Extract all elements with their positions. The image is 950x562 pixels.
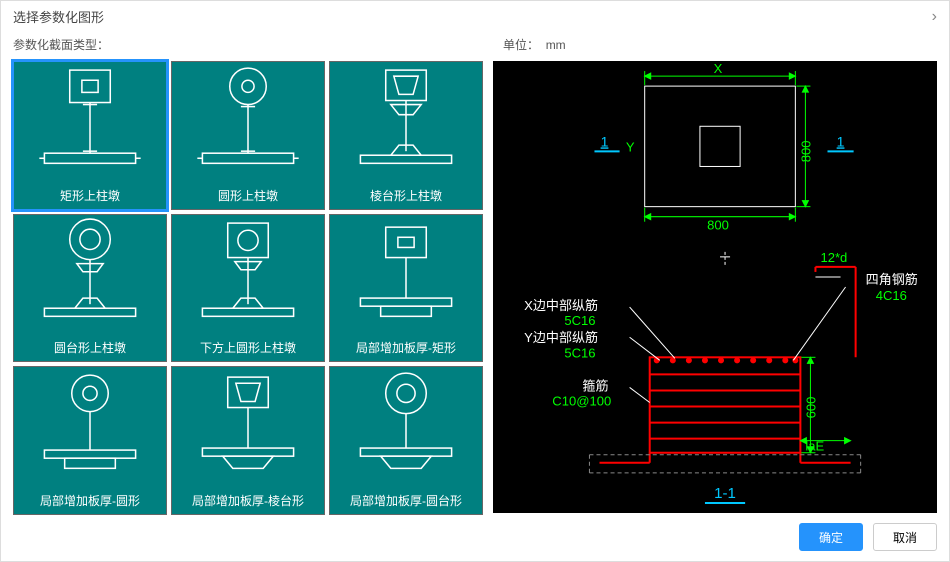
type-label: 参数化截面类型： (13, 36, 503, 53)
close-icon[interactable]: › (932, 8, 937, 26)
section-mark-right: 1 (837, 133, 845, 149)
preview-drawing: X 800 Y (493, 61, 937, 513)
thick-rect-icon (330, 215, 482, 337)
dim-width: 800 (707, 218, 729, 233)
cancel-button[interactable]: 取消 (873, 523, 937, 551)
square-circle-icon (172, 215, 324, 337)
val-y-rebar: 5C16 (564, 345, 595, 360)
thick-frustum-icon (172, 367, 324, 489)
val-stirrup: C10@100 (552, 394, 611, 409)
thick-cone-icon (330, 367, 482, 489)
dialog-title: 选择参数化图形 (13, 7, 104, 26)
subheader: 参数化截面类型： 单位： mm (1, 32, 949, 61)
section-label: 1-1 (714, 485, 736, 502)
tile-label: 下方上圆形上柱墩 (172, 336, 324, 361)
preview-panel: X 800 Y (493, 61, 937, 513)
ok-button[interactable]: 确定 (799, 523, 863, 551)
tile-frustum-column[interactable]: 棱台形上柱墩 (329, 61, 483, 210)
content: 矩形上柱墩 圆形上柱墩 (1, 61, 949, 513)
tile-circle-column[interactable]: 圆形上柱墩 (171, 61, 325, 210)
rect-column-icon (14, 62, 166, 184)
footer: 确定 取消 (1, 513, 949, 561)
circle-column-icon (172, 62, 324, 184)
thick-circle-icon (14, 367, 166, 489)
tile-label: 矩形上柱墩 (14, 184, 166, 209)
tile-label: 局部增加板厚-圆形 (14, 489, 166, 514)
val-x-rebar: 5C16 (564, 313, 595, 328)
tile-label: 局部增加板厚-圆台形 (330, 489, 482, 514)
label-x-rebar: X边中部纵筋 (524, 298, 598, 313)
cone-column-icon (14, 215, 166, 337)
tile-thick-cone[interactable]: 局部增加板厚-圆台形 (329, 366, 483, 515)
dim-h600: 600 (803, 397, 818, 419)
dialog-header: 选择参数化图形 › (1, 1, 949, 32)
tile-thick-rect[interactable]: 局部增加板厚-矩形 (329, 214, 483, 363)
tile-thick-circle[interactable]: 局部增加板厚-圆形 (13, 366, 167, 515)
tile-label: 棱台形上柱墩 (330, 184, 482, 209)
dim-y-label: Y (626, 139, 635, 154)
tile-label: 局部增加板厚-棱台形 (172, 489, 324, 514)
section-mark-left: 1 (601, 133, 609, 149)
label-corner: 四角钢筋 (866, 272, 918, 287)
tile-cone-column[interactable]: 圆台形上柱墩 (13, 214, 167, 363)
dialog: 选择参数化图形 › 参数化截面类型： 单位： mm (0, 0, 950, 562)
val-corner: 4C16 (876, 288, 907, 303)
tile-square-circle-column[interactable]: 下方上圆形上柱墩 (171, 214, 325, 363)
label-stirrup: 箍筋 (582, 378, 608, 393)
label-y-rebar: Y边中部纵筋 (524, 330, 598, 345)
tile-label: 圆形上柱墩 (172, 184, 324, 209)
dim-x-label: X (714, 61, 723, 76)
frustum-column-icon (330, 62, 482, 184)
unit-label: 单位： mm (503, 36, 937, 53)
tile-label: 局部增加板厚-矩形 (330, 336, 482, 361)
shape-grid: 矩形上柱墩 圆形上柱墩 (13, 61, 483, 513)
label-hook: 12*d (820, 250, 847, 265)
dim-height-top: 800 (798, 141, 813, 163)
tile-thick-frustum[interactable]: 局部增加板厚-棱台形 (171, 366, 325, 515)
tile-label: 圆台形上柱墩 (14, 336, 166, 361)
tile-rect-column[interactable]: 矩形上柱墩 (13, 61, 167, 210)
